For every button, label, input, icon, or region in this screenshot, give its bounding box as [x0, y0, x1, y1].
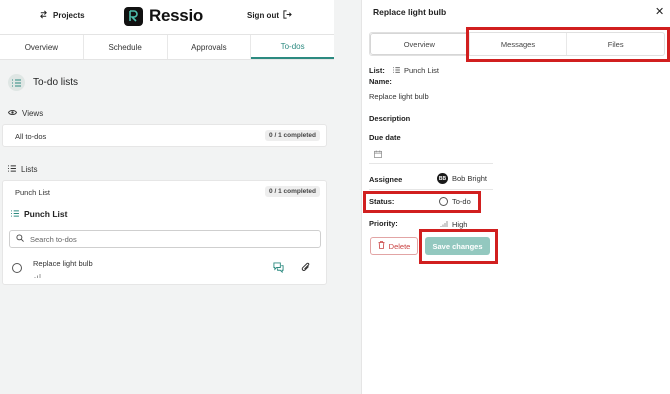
priority-label: Priority: [369, 219, 398, 228]
sign-out-button[interactable]: Sign out [247, 10, 292, 21]
highlight-messages-files [466, 27, 670, 62]
views-heading: Views [7, 109, 44, 118]
tab-overview[interactable]: Overview [0, 35, 84, 59]
list-item[interactable]: Replace light bulb [9, 255, 321, 281]
projects-button[interactable]: Projects [39, 10, 85, 21]
list-icon [8, 165, 16, 174]
sign-out-icon [283, 10, 292, 21]
swap-arrows-icon [39, 10, 48, 21]
tab-schedule[interactable]: Schedule [84, 35, 168, 59]
close-icon[interactable]: ✕ [655, 5, 664, 18]
brand-logo[interactable]: Ressio [124, 6, 203, 26]
tab-overview-detail[interactable]: Overview [370, 33, 469, 55]
punch-list-label[interactable]: Punch List [15, 188, 50, 197]
priority-signal-icon [440, 220, 448, 229]
assignee-name: Bob Bright [452, 174, 488, 183]
page-title: To-do lists [8, 74, 78, 91]
brand-name: Ressio [149, 6, 203, 25]
list-value: Punch List [404, 66, 440, 75]
search-icon [16, 234, 24, 244]
all-todos-badge: 0 / 1 completed [265, 130, 320, 141]
main-area: Projects Ressio Sign out Overview Schedu… [0, 0, 334, 394]
todo-checkbox[interactable] [12, 263, 22, 273]
projects-label: Projects [53, 11, 85, 20]
punch-list-title: Punch List [11, 209, 67, 219]
calendar-icon[interactable] [374, 150, 382, 160]
eye-icon [7, 109, 18, 118]
paperclip-icon[interactable] [301, 262, 311, 275]
avatar: BB [437, 173, 448, 184]
status-circle-icon [439, 197, 448, 206]
highlight-save [419, 229, 498, 264]
status-value: To-do [452, 197, 471, 206]
priority-low-icon [34, 271, 41, 280]
priority-selector[interactable]: High [440, 220, 467, 229]
divider [369, 189, 493, 190]
search-input[interactable]: Search to-dos [9, 230, 321, 248]
description-label: Description [369, 114, 411, 123]
delete-label: Delete [388, 241, 411, 251]
list-icon [8, 74, 25, 91]
list-icon [393, 66, 400, 75]
page-title-text: To-do lists [33, 77, 79, 88]
top-bar: Projects Ressio Sign out [0, 0, 334, 34]
sign-out-label: Sign out [247, 11, 279, 20]
status-label: Status: [369, 197, 395, 206]
trash-icon [378, 241, 385, 251]
tab-todos[interactable]: To-dos [251, 35, 334, 59]
comments-icon[interactable] [273, 262, 284, 275]
tab-approvals[interactable]: Approvals [168, 35, 252, 59]
delete-button[interactable]: Delete [370, 237, 418, 255]
due-date-label: Due date [369, 133, 401, 142]
divider [369, 163, 493, 164]
list-label: List: [369, 66, 385, 75]
project-tabs: Overview Schedule Approvals To-dos [0, 34, 334, 60]
panel-title: Replace light bulb [373, 7, 447, 17]
ressio-logo-icon [124, 6, 143, 26]
todo-detail-panel: Replace light bulb ✕ Overview Messages F… [361, 0, 670, 394]
punch-list-badge: 0 / 1 completed [265, 186, 320, 197]
assignee-label: Assignee [369, 175, 403, 184]
lists-heading: Lists [8, 165, 37, 174]
todo-item-title: Replace light bulb [33, 259, 93, 268]
punch-list-card: Punch List 0 / 1 completed Punch List Se… [2, 180, 327, 285]
lists-label: Lists [21, 165, 38, 174]
list-icon [11, 209, 19, 219]
name-label: Name: [369, 77, 392, 86]
priority-value: High [452, 220, 468, 229]
all-todos-view[interactable]: All to-dos 0 / 1 completed [2, 124, 327, 147]
assignee-selector[interactable]: BB Bob Bright [437, 173, 487, 184]
punch-list-heading: Punch List [24, 209, 68, 219]
status-selector[interactable]: To-do [439, 197, 471, 206]
views-label: Views [22, 109, 44, 118]
all-todos-label: All to-dos [15, 132, 47, 141]
search-placeholder: Search to-dos [30, 234, 77, 244]
name-value[interactable]: Replace light bulb [369, 92, 429, 101]
